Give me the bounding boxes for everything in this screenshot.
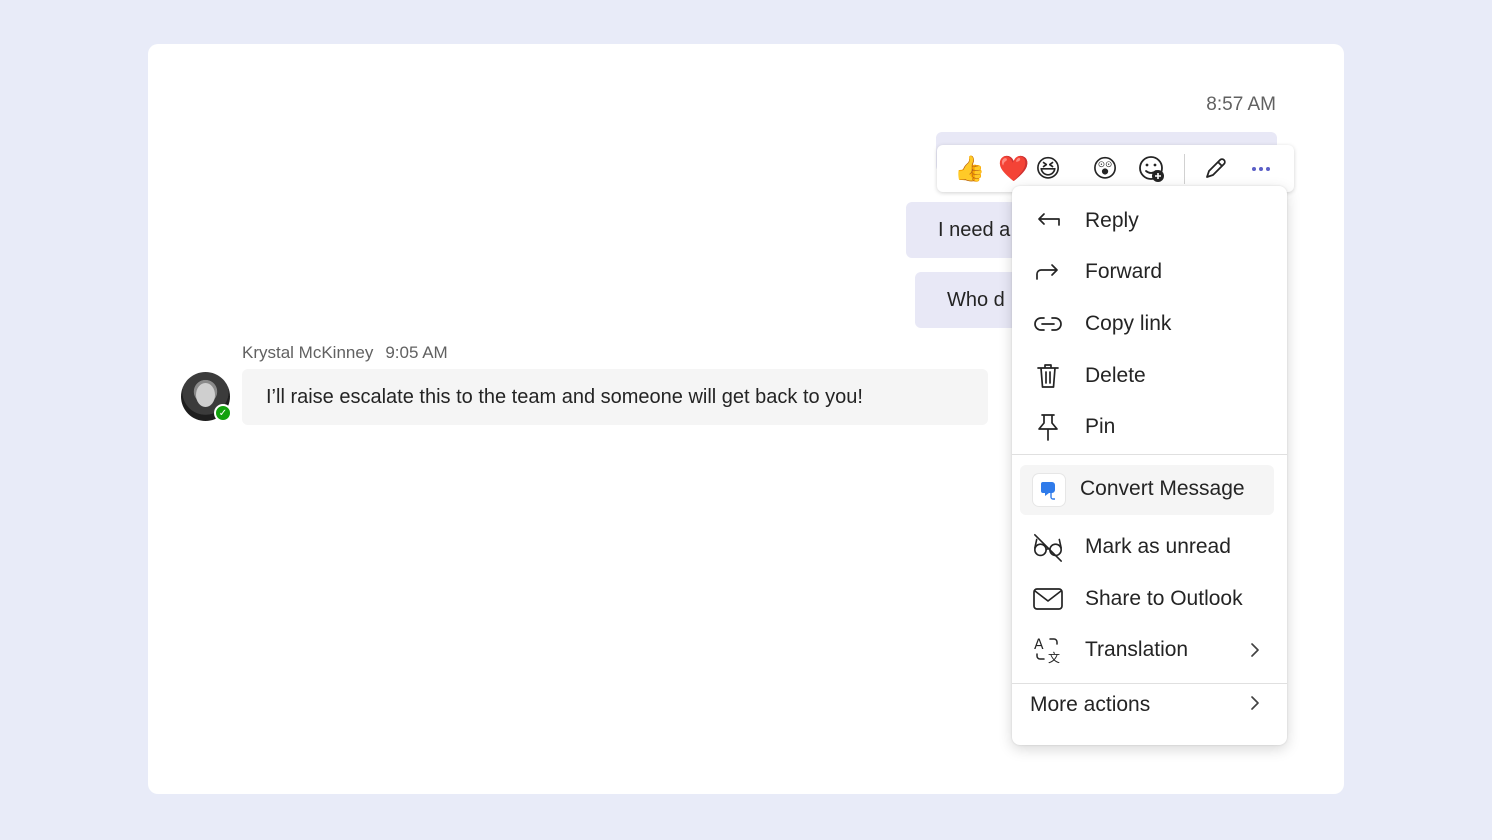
convert-app-icon [1033, 474, 1065, 506]
chevron-right-icon [1245, 640, 1265, 660]
menu-item-label: Delete [1085, 364, 1146, 387]
menu-item-label: Share to Outlook [1085, 587, 1243, 610]
svg-text:文: 文 [1048, 650, 1060, 665]
avatar-face [196, 383, 215, 407]
pin-icon [1032, 411, 1064, 443]
pencil-icon[interactable] [1199, 153, 1231, 185]
reaction-bar: 👍 ❤️ 😆 😲 [937, 145, 1294, 192]
laugh-reaction[interactable]: 😆 [1032, 153, 1064, 185]
avatar[interactable]: ✓ [181, 372, 232, 422]
like-reaction[interactable]: 👍 [954, 153, 986, 185]
available-status-icon: ✓ [214, 404, 232, 422]
menu-item-label: Reply [1085, 209, 1139, 232]
forward-icon [1032, 256, 1064, 288]
message-actions-menu: Reply Forward Copy link Delete Pin Conve… [1012, 186, 1287, 745]
trash-icon [1032, 360, 1064, 392]
menu-item-pin[interactable]: Pin [1012, 405, 1287, 449]
own-message-timestamp: 8:57 AM [1206, 94, 1276, 115]
menu-item-reply[interactable]: Reply [1012, 199, 1287, 243]
menu-item-label: Pin [1085, 415, 1116, 438]
menu-item-forward[interactable]: Forward [1012, 250, 1287, 294]
incoming-message-header: Krystal McKinney 9:05 AM [242, 343, 448, 363]
reply-icon [1032, 205, 1064, 237]
menu-item-label: Copy link [1085, 312, 1172, 335]
incoming-message-bubble[interactable]: I’ll raise escalate this to the team and… [242, 369, 988, 425]
menu-divider [1012, 454, 1287, 455]
menu-item-label: More actions [1030, 693, 1151, 716]
menu-item-mark-unread[interactable]: Mark as unread [1012, 525, 1287, 569]
mail-icon [1032, 583, 1064, 615]
menu-item-label: Convert Message [1080, 477, 1245, 500]
heart-reaction[interactable]: ❤️ [998, 153, 1030, 185]
message-time: 9:05 AM [385, 343, 448, 362]
emoji-add-icon[interactable] [1136, 153, 1168, 185]
svg-text:A: A [1034, 637, 1044, 653]
glasses-off-icon [1032, 531, 1064, 563]
sender-name: Krystal McKinney [242, 343, 374, 362]
menu-item-more-actions[interactable]: More actions [1012, 684, 1287, 728]
menu-item-delete[interactable]: Delete [1012, 354, 1287, 398]
menu-item-copy-link[interactable]: Copy link [1012, 302, 1287, 346]
chevron-right-icon [1245, 693, 1265, 713]
menu-item-label: Translation [1085, 638, 1189, 661]
link-icon [1032, 308, 1064, 340]
translate-icon: A 文 [1032, 634, 1064, 666]
more-dots-icon[interactable] [1245, 153, 1277, 185]
menu-item-share-outlook[interactable]: Share to Outlook [1012, 577, 1287, 621]
reaction-divider [1184, 154, 1185, 184]
menu-item-convert-message[interactable]: Convert Message [1020, 465, 1274, 515]
menu-item-label: Forward [1085, 260, 1163, 283]
menu-item-label: Mark as unread [1085, 535, 1231, 558]
surprised-reaction[interactable]: 😲 [1089, 153, 1121, 185]
menu-item-translation[interactable]: A 文 Translation [1012, 628, 1287, 672]
